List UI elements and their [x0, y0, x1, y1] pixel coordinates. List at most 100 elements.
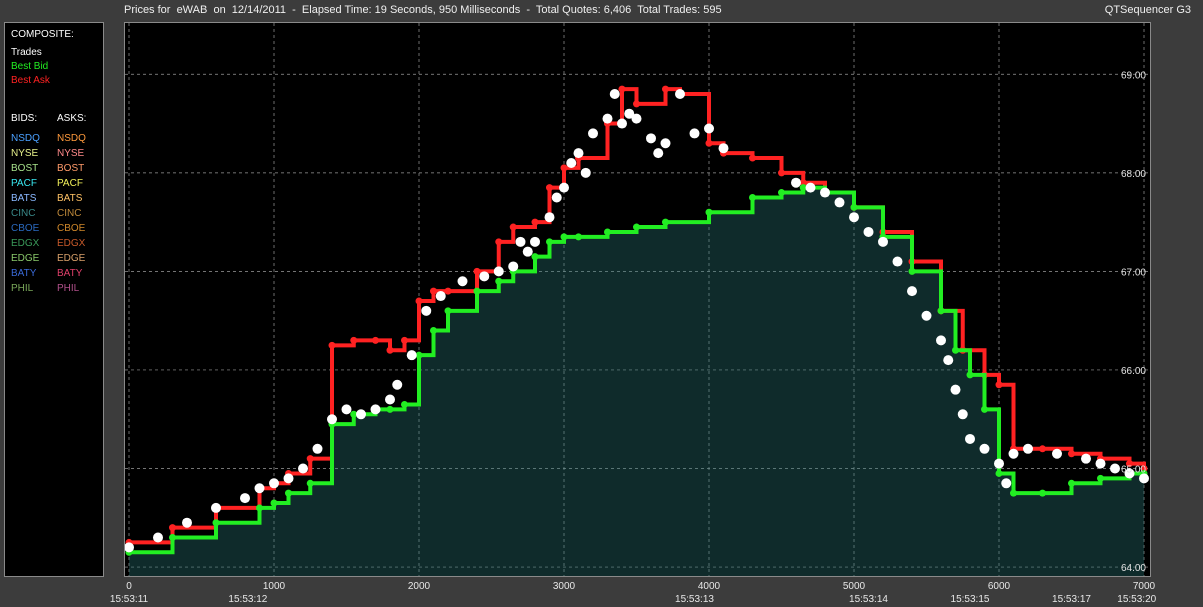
legend-bid-bats[interactable]: BATS: [11, 193, 36, 204]
trade-point: [551, 192, 562, 203]
composite-title: COMPOSITE:: [11, 29, 74, 40]
legend-ask-nyse[interactable]: NYSE: [57, 148, 84, 159]
time-tick-label: 15:53:13: [675, 594, 714, 605]
best-bid-point: [778, 189, 785, 197]
trade-point: [559, 182, 569, 193]
legend-trades[interactable]: Trades: [11, 47, 42, 58]
best-bid-point: [575, 233, 582, 241]
trade-point: [544, 212, 555, 223]
best-ask-point: [495, 238, 503, 246]
legend-bid-nyse[interactable]: NYSE: [11, 148, 38, 159]
best-ask-point: [372, 336, 379, 344]
legend-best-bid[interactable]: Best Bid: [11, 61, 48, 72]
trade-point: [957, 409, 968, 420]
trade-point: [283, 473, 294, 484]
legend-ask-bats[interactable]: BATS: [57, 193, 82, 204]
legend-ask-edge[interactable]: EDGE: [57, 253, 85, 264]
best-ask-point: [546, 184, 553, 192]
best-ask-point: [430, 287, 437, 295]
best-bid-point: [952, 346, 959, 354]
trade-point: [820, 187, 830, 198]
y-tick-label: 65.00: [1121, 465, 1146, 476]
best-bid-point: [1068, 479, 1075, 487]
best-bid-point: [1097, 474, 1104, 482]
best-ask-point: [169, 524, 176, 532]
best-bid-point: [546, 238, 553, 246]
trade-point: [675, 88, 685, 99]
best-bid-point: [430, 327, 437, 335]
best-bid-point: [473, 287, 481, 295]
best-bid-point: [270, 499, 278, 507]
x-tick-label: 3000: [552, 581, 576, 592]
best-bid-point: [306, 479, 314, 487]
legend-ask-bost[interactable]: BOST: [57, 163, 84, 174]
legend-bid-edgx[interactable]: EDGX: [11, 238, 39, 249]
trade-point: [1052, 448, 1062, 459]
best-ask-point: [749, 154, 756, 162]
best-bid-point: [995, 469, 1003, 477]
y-tick-label: 68.00: [1121, 169, 1146, 180]
legend-bid-edge[interactable]: EDGE: [11, 253, 39, 264]
legend-bid-phil[interactable]: PHIL: [11, 283, 33, 294]
trade-point: [863, 226, 874, 237]
trade-point: [406, 350, 417, 361]
best-bid-point: [937, 307, 945, 315]
legend-bid-baty[interactable]: BATY: [11, 268, 36, 279]
legend-best-ask[interactable]: Best Ask: [11, 75, 50, 86]
best-ask-point: [509, 223, 517, 231]
legend-bid-nsdq[interactable]: NSDQ: [11, 133, 40, 144]
trade-point: [580, 167, 591, 178]
legend-ask-cboe[interactable]: CBOE: [57, 223, 85, 234]
legend-bid-pacf[interactable]: PACF: [11, 178, 37, 189]
trade-point: [950, 384, 961, 395]
legend-ask-phil[interactable]: PHIL: [57, 283, 79, 294]
trade-point: [892, 256, 903, 267]
best-bid-point: [981, 405, 988, 413]
x-tick-label: 5000: [842, 581, 866, 592]
best-bid-point: [749, 193, 756, 201]
trade-point: [435, 291, 446, 302]
legend-ask-cinc[interactable]: CINC: [57, 208, 81, 219]
trade-point: [421, 305, 432, 316]
trade-point: [573, 148, 584, 159]
y-tick-label: 66.00: [1121, 366, 1146, 377]
best-bid-point: [908, 267, 916, 275]
trade-point: [327, 414, 337, 425]
best-ask-point: [705, 139, 713, 147]
x-tick-label: 0: [126, 581, 132, 592]
legend-ask-nsdq[interactable]: NSDQ: [57, 133, 86, 144]
y-tick-label: 64.00: [1121, 563, 1146, 574]
bids-title: BIDS:: [11, 113, 38, 124]
legend-ask-edgx[interactable]: EDGX: [57, 238, 85, 249]
trade-point: [298, 463, 308, 474]
trade-point: [689, 128, 700, 139]
best-bid-point: [560, 233, 568, 241]
asks-title: ASKS:: [57, 113, 87, 124]
best-bid-point: [966, 371, 974, 379]
trade-point: [1081, 453, 1091, 464]
best-bid-point: [386, 405, 394, 413]
price-chart: 64.00 65.00 66.00 67.00 68.00 69.00: [125, 23, 1150, 576]
best-bid-point: [212, 519, 220, 527]
trade-point: [849, 212, 859, 223]
legend-ask-baty[interactable]: BATY: [57, 268, 82, 279]
best-bid-point: [604, 228, 611, 236]
legend-bid-cinc[interactable]: CINC: [11, 208, 35, 219]
trade-point: [508, 261, 519, 272]
x-tick-label: 6000: [987, 581, 1011, 592]
best-ask-point: [662, 85, 669, 93]
y-tick-label: 67.00: [1121, 267, 1146, 278]
best-bid-point: [705, 208, 713, 216]
legend-ask-pacf[interactable]: PACF: [57, 178, 83, 189]
trade-point: [660, 138, 671, 149]
best-ask-point: [386, 346, 394, 354]
legend-bid-cboe[interactable]: CBOE: [11, 223, 39, 234]
trade-point: [943, 355, 954, 366]
trade-point: [878, 236, 888, 247]
trade-point: [994, 458, 1004, 469]
trade-point: [240, 493, 250, 504]
trade-point: [457, 276, 468, 287]
legend-bid-bost[interactable]: BOST: [11, 163, 38, 174]
best-bid-point: [1010, 489, 1017, 497]
best-ask-point: [415, 297, 423, 305]
